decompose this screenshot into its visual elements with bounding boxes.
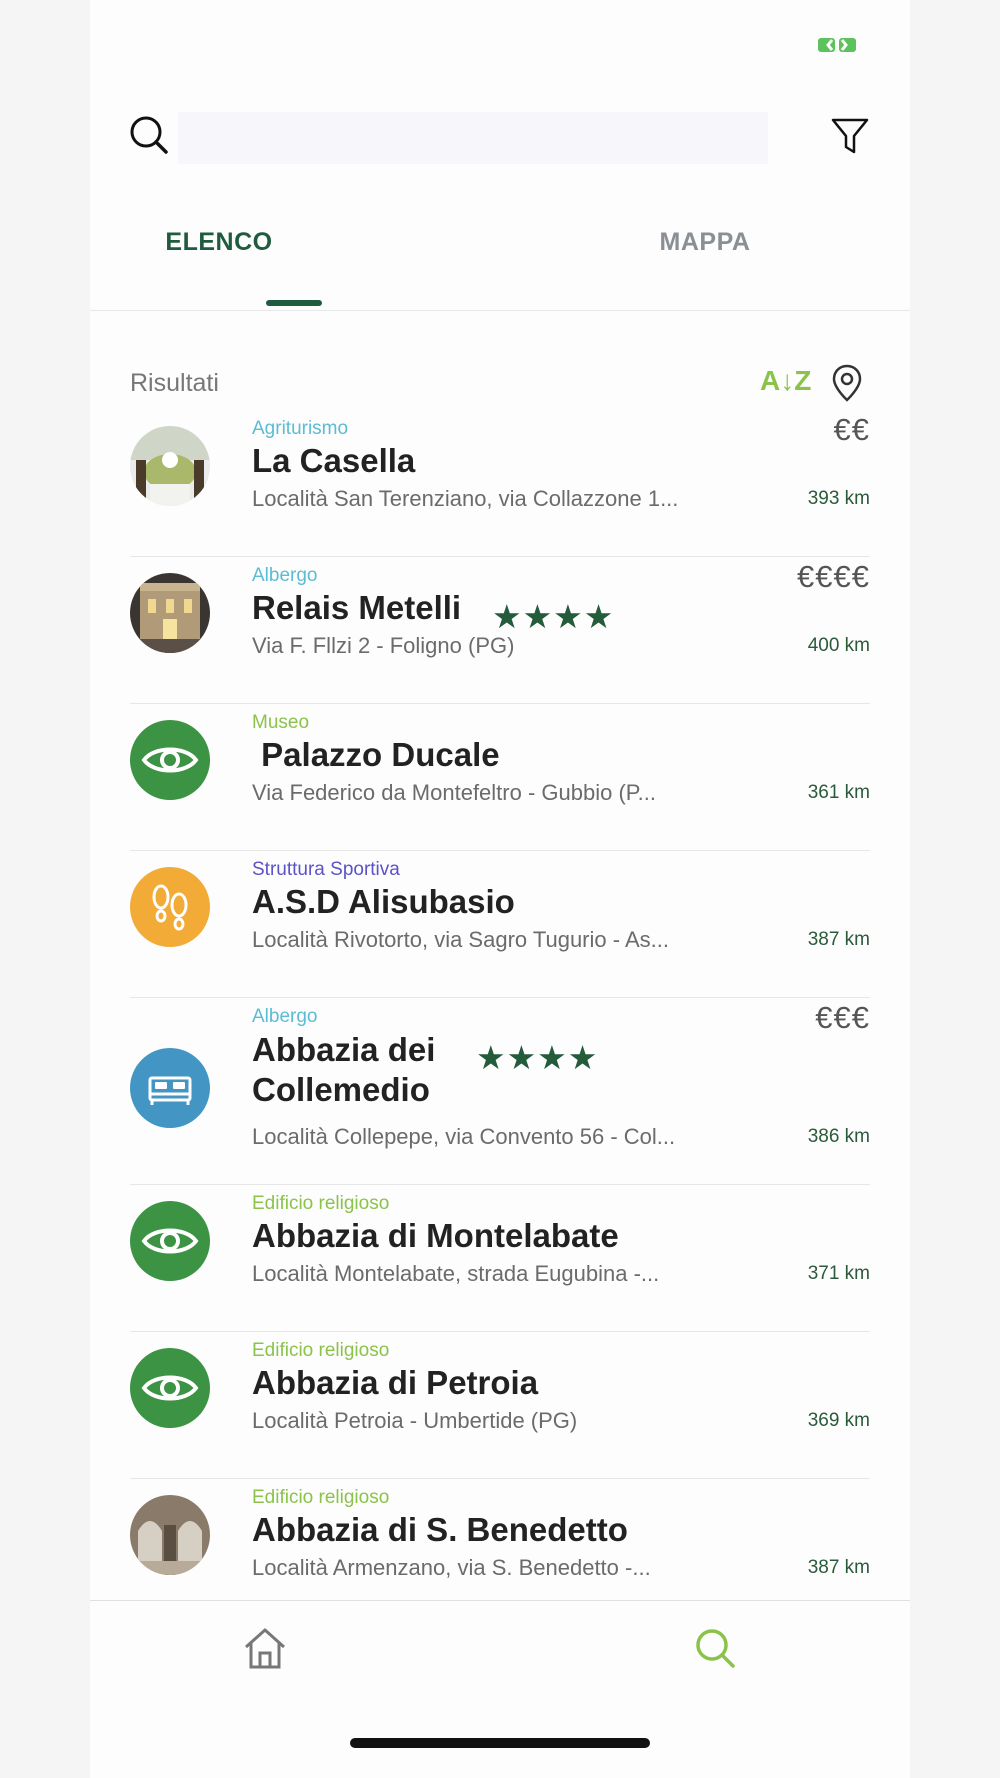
item-distance: 361 km: [807, 782, 870, 803]
item-address: Località San Terenziano, via Collazzone …: [252, 486, 679, 511]
app-screen: ELENCO MAPPA Risultati A↓Z Agriturismo L…: [90, 0, 910, 1778]
item-name: Abbazia dei Collemedio: [252, 1031, 436, 1108]
eye-icon: [130, 1201, 210, 1281]
home-indicator: [350, 1738, 650, 1748]
bed-icon: [130, 1048, 210, 1128]
tab-elenco[interactable]: ELENCO: [14, 228, 424, 257]
item-distance: 387 km: [807, 1557, 870, 1578]
results-label: Risultati: [130, 369, 219, 397]
tab-bar: ELENCO MAPPA: [90, 200, 910, 311]
item-photo: [130, 1495, 210, 1575]
eye-icon: [130, 720, 210, 800]
item-address: Via Federico da Montefeltro - Gubbio (P.…: [252, 780, 656, 805]
list-item[interactable]: Albergo Relais Metelli ★★★★ Via F. Fllzi…: [130, 557, 870, 704]
item-category: Albergo: [252, 565, 318, 586]
item-price: €€: [833, 412, 870, 447]
item-name: Palazzo Ducale: [252, 736, 500, 773]
item-distance: 400 km: [807, 635, 870, 656]
results-list: Agriturismo La Casella Località San Tere…: [130, 410, 870, 1625]
search-icon[interactable]: [128, 114, 172, 158]
eye-icon: [130, 1348, 210, 1428]
item-name: Abbazia di Montelabate: [252, 1217, 619, 1254]
list-item[interactable]: Agriturismo La Casella Località San Tere…: [130, 410, 870, 557]
item-distance: 371 km: [807, 1263, 870, 1284]
results-header: Risultati A↓Z: [130, 363, 870, 405]
list-item[interactable]: Edificio religioso Abbazia di Montelabat…: [130, 1185, 870, 1332]
item-name: Relais Metelli: [252, 589, 462, 626]
item-photo: [130, 426, 210, 506]
item-category: Edificio religioso: [252, 1340, 390, 1361]
bottom-nav: [90, 1600, 910, 1701]
item-name: Abbazia di S. Benedetto: [252, 1511, 628, 1548]
location-pin-icon[interactable]: [830, 363, 864, 403]
item-name: La Casella: [252, 442, 416, 479]
item-address: Località Montelabate, strada Eugubina -.…: [252, 1261, 660, 1286]
active-tab-indicator: [266, 300, 322, 306]
item-name: Abbazia di Petroia: [252, 1364, 539, 1401]
list-item[interactable]: Museo Palazzo Ducale Via Federico da Mon…: [130, 704, 870, 851]
vpn-status-icon: [818, 38, 856, 52]
search-icon[interactable]: [690, 1623, 740, 1673]
search-bar: [90, 100, 910, 164]
item-distance: 386 km: [807, 1126, 870, 1147]
sort-az-button[interactable]: A↓Z: [760, 365, 811, 397]
list-item[interactable]: Struttura Sportiva A.S.D Alisubasio Loca…: [130, 851, 870, 998]
item-category: Edificio religioso: [252, 1487, 390, 1508]
item-address: Via F. Fllzi 2 - Foligno (PG): [252, 633, 515, 658]
list-item[interactable]: Albergo Abbazia dei Collemedio ★★★★ Loca…: [130, 998, 870, 1185]
item-category: Agriturismo: [252, 418, 349, 439]
item-stars: ★★★★: [476, 1039, 599, 1076]
item-category: Edificio religioso: [252, 1193, 390, 1214]
item-price: €€€€: [797, 559, 870, 594]
item-address: Località Armenzano, via S. Benedetto -..…: [252, 1555, 651, 1580]
tab-mappa[interactable]: MAPPA: [500, 228, 910, 257]
item-address: Località Collepepe, via Convento 56 - Co…: [252, 1124, 676, 1149]
item-category: Museo: [252, 712, 310, 733]
item-distance: 387 km: [807, 929, 870, 950]
item-distance: 393 km: [807, 488, 870, 509]
item-stars: ★★★★: [492, 598, 615, 635]
filter-icon[interactable]: [830, 114, 870, 158]
footprints-icon: [130, 867, 210, 947]
home-icon[interactable]: [240, 1623, 290, 1673]
item-price: €€€: [815, 1000, 870, 1035]
item-category: Albergo: [252, 1006, 318, 1027]
item-distance: 369 km: [807, 1410, 870, 1431]
item-photo: [130, 573, 210, 653]
item-name: A.S.D Alisubasio: [252, 883, 515, 920]
item-address: Località Petroia - Umbertide (PG): [252, 1408, 578, 1433]
list-item[interactable]: Edificio religioso Abbazia di Petroia Lo…: [130, 1332, 870, 1479]
search-input[interactable]: [178, 112, 768, 164]
item-category: Struttura Sportiva: [252, 859, 400, 880]
item-address: Località Rivotorto, via Sagro Tugurio - …: [252, 927, 669, 952]
